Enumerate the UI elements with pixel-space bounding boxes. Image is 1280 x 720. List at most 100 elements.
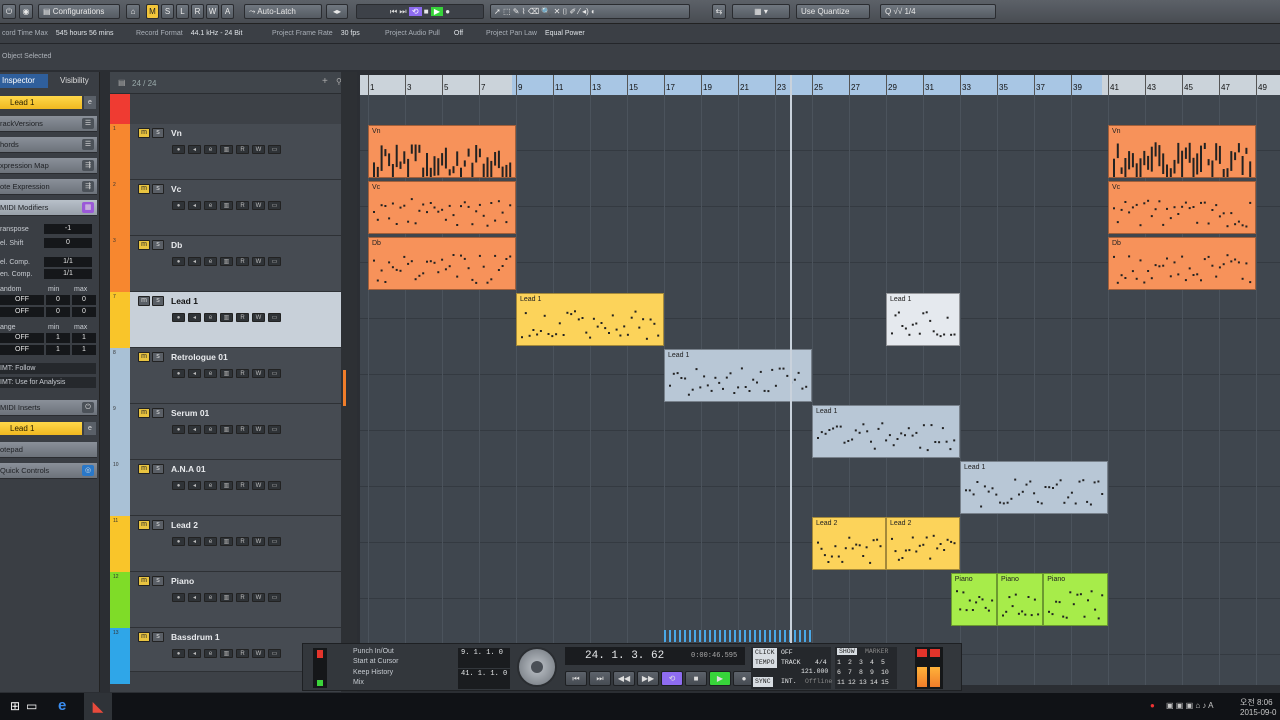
lanes-icon[interactable]: ▭: [268, 145, 281, 154]
configurations-button[interactable]: ▤ Configurations: [38, 4, 120, 19]
write-automation-icon[interactable]: W: [252, 369, 265, 378]
mute-button[interactable]: m: [138, 632, 150, 642]
marker-button[interactable]: 9: [870, 669, 874, 676]
color-icon[interactable]: ◐: [591, 7, 596, 16]
record-enable-icon[interactable]: ●: [172, 649, 185, 658]
lanes-icon[interactable]: ▭: [268, 425, 281, 434]
inspector-section[interactable]: ote Expression ⇶: [0, 179, 97, 195]
project-info-item[interactable]: Project Audio Pull Off: [385, 30, 463, 37]
track-color[interactable]: 8: [110, 348, 130, 404]
write-automation-icon[interactable]: W: [252, 481, 265, 490]
quick-controls-icon[interactable]: ◎: [82, 465, 94, 476]
param-value[interactable]: OFF: [0, 307, 44, 317]
param-value[interactable]: OFF: [0, 295, 44, 305]
write-automation-icon[interactable]: W: [252, 649, 265, 658]
midi-part[interactable]: Piano: [950, 573, 997, 626]
forward-button[interactable]: ▶▶: [637, 671, 659, 686]
inspector-track-name[interactable]: Lead 1: [0, 96, 82, 109]
notepad-section[interactable]: otepad: [0, 442, 97, 458]
freeze-icon[interactable]: ▥: [220, 481, 233, 490]
automation-mode-dropdown[interactable]: ⤳ Auto-Latch: [244, 4, 322, 19]
primary-time-display[interactable]: 24. 1. 3. 62 0:00:46.595: [565, 647, 745, 665]
read-automation-icon[interactable]: R: [236, 481, 249, 490]
section-icon[interactable]: ☰: [82, 139, 94, 150]
track-row[interactable]: 2 m s Vc ● ◂ e ▥ R W ▭: [110, 180, 350, 236]
mode-r-button[interactable]: R: [191, 4, 204, 19]
stop-icon[interactable]: ■: [424, 7, 431, 16]
start-at-cursor[interactable]: Start at Cursor: [353, 658, 399, 665]
track-color[interactable]: 10: [110, 460, 130, 516]
read-automation-icon[interactable]: R: [236, 425, 249, 434]
mute-button[interactable]: m: [138, 576, 150, 586]
param-value[interactable]: 0: [72, 307, 96, 317]
monitor-icon[interactable]: ◂: [188, 537, 201, 546]
marker-button[interactable]: 2: [848, 659, 852, 666]
zoom-icon[interactable]: 🔍: [541, 7, 551, 16]
freeze-icon[interactable]: ▥: [220, 201, 233, 210]
draw-icon[interactable]: ✐: [570, 7, 577, 16]
read-automation-icon[interactable]: R: [236, 649, 249, 658]
midi-part[interactable]: Vn: [368, 125, 516, 178]
write-automation-icon[interactable]: W: [252, 313, 265, 322]
left-locator[interactable]: 9. 1. 1. 0: [458, 648, 510, 668]
track-name[interactable]: Bassdrum 1: [171, 632, 220, 642]
track-row[interactable]: 11 m s Lead 2 ● ◂ e ▥ R W ▭: [110, 516, 350, 572]
marker-button[interactable]: 1: [837, 659, 841, 666]
snap-icon[interactable]: ▦ ▾: [732, 4, 790, 19]
solo-button[interactable]: s: [152, 520, 164, 530]
param-value[interactable]: OFF: [0, 345, 44, 355]
play-tool-icon[interactable]: ◂): [582, 7, 589, 16]
tray-icons[interactable]: ▣ ▣ ▣ ⌂ ♪ A: [1166, 701, 1214, 710]
lanes-icon[interactable]: ▭: [268, 369, 281, 378]
track-name[interactable]: Piano: [171, 576, 194, 586]
sync-button[interactable]: SYNC: [753, 677, 773, 687]
inspector-section[interactable]: hords ☰: [0, 137, 97, 153]
marker-button[interactable]: 15: [881, 679, 889, 686]
track-row[interactable]: 8 m s Retrologue 01 ● ◂ e ▥ R W ▭: [110, 348, 350, 404]
section-icon[interactable]: ⇶: [82, 160, 94, 171]
quantize-value-dropdown[interactable]: Q √√ 1/4: [880, 4, 996, 19]
monitor-icon[interactable]: ◂: [188, 201, 201, 210]
tab-visibility[interactable]: Visibility: [58, 74, 98, 88]
track-list-scrollbar[interactable]: [341, 72, 357, 692]
solo-button[interactable]: s: [152, 352, 164, 362]
midi-part[interactable]: Vc: [368, 181, 516, 234]
edit-icon[interactable]: e: [204, 313, 217, 322]
midi-part[interactable]: Lead 1: [516, 293, 664, 346]
midi-part[interactable]: Db: [368, 237, 516, 290]
marker-button[interactable]: 3: [859, 659, 863, 666]
edit-instrument-icon[interactable]: e: [84, 96, 96, 109]
activate-project-button[interactable]: ⏻: [2, 4, 16, 19]
midi-part[interactable]: Lead 1: [886, 293, 960, 346]
scroll-thumb[interactable]: [343, 370, 346, 406]
tab-inspector[interactable]: Inspector: [0, 74, 48, 88]
solo-button[interactable]: s: [152, 240, 164, 250]
constrain-delay-icon[interactable]: ⌂: [126, 4, 140, 19]
inspector-section[interactable]: xpression Map ⇶: [0, 158, 97, 174]
param-value[interactable]: 0: [46, 307, 70, 317]
to-start-button[interactable]: ⏮: [565, 671, 587, 686]
monitor-icon[interactable]: ◂: [188, 425, 201, 434]
erase-icon[interactable]: ⌫: [528, 7, 539, 16]
param-value[interactable]: 0: [72, 295, 96, 305]
track-color[interactable]: 2: [110, 180, 130, 236]
marker-button[interactable]: 13: [859, 679, 867, 686]
track-color[interactable]: 7: [110, 292, 130, 348]
to-end-button[interactable]: ⏭: [589, 671, 611, 686]
write-automation-icon[interactable]: W: [252, 201, 265, 210]
rewind-button[interactable]: ◀◀: [613, 671, 635, 686]
inspector-section[interactable]: MIDI Modifiers ▦: [0, 200, 97, 216]
record-enable-icon[interactable]: ●: [172, 201, 185, 210]
mode-s-button[interactable]: S: [161, 4, 174, 19]
mode-l-button[interactable]: L: [176, 4, 189, 19]
marker-button[interactable]: 6: [837, 669, 841, 676]
lanes-icon[interactable]: ▭: [268, 593, 281, 602]
bypass-icon[interactable]: ⏻: [82, 402, 94, 413]
solo-button[interactable]: s: [152, 464, 164, 474]
track-name[interactable]: Db: [171, 240, 182, 250]
track-color[interactable]: 13: [110, 628, 130, 684]
write-automation-icon[interactable]: W: [252, 537, 265, 546]
record-icon[interactable]: ●: [443, 7, 450, 16]
lanes-icon[interactable]: ▭: [268, 313, 281, 322]
track-row[interactable]: 9 m s Serum 01 ● ◂ e ▥ R W ▭: [110, 404, 350, 460]
